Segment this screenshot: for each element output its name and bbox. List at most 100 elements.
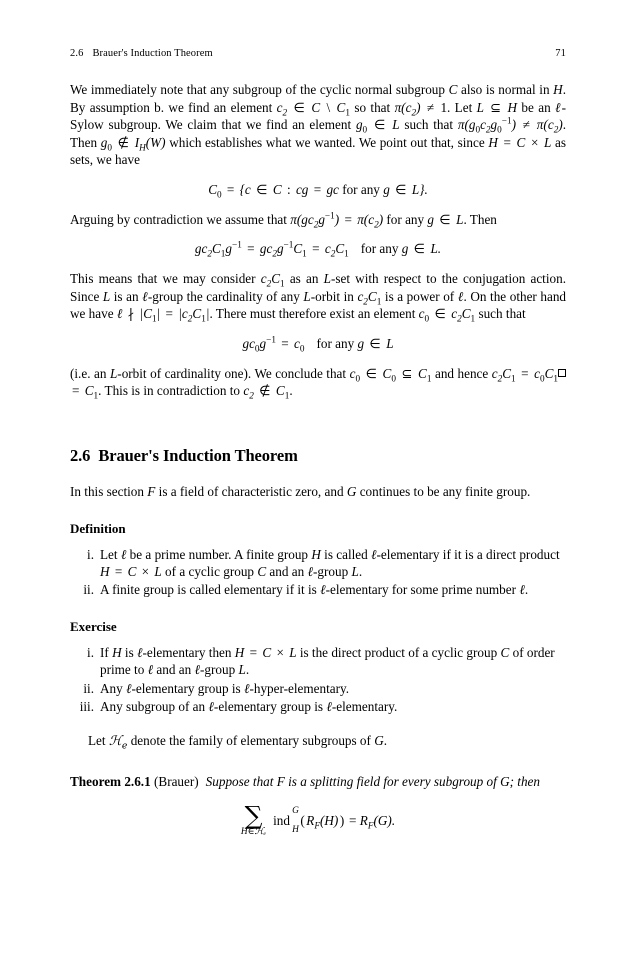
exercise-item-ii: ii. Any ℓ-elementary group is ℓ-hyper-ele… [70, 680, 566, 698]
induction-subscript: H [292, 824, 299, 835]
text-run: . [289, 383, 293, 399]
text-run: . [245, 662, 250, 678]
text-run: of a cyclic group [161, 564, 258, 580]
math-expr-g0-in-L: g0 ∈ L [355, 117, 400, 135]
math-expr-H-eq-CxL: H = C × L [100, 564, 162, 580]
induction-superscript: G [292, 806, 299, 817]
text-run: is an [110, 288, 143, 304]
text-run: . Let [447, 99, 477, 115]
text-run: -orbit in [310, 288, 358, 304]
list-marker: ii. [83, 680, 94, 696]
text-run: . Then [463, 211, 497, 227]
running-head-section-title: Brauer's Induction Theorem [92, 48, 213, 59]
math-expr-H-eq-CxL: H = C × L [488, 134, 552, 150]
text-run: -group [200, 662, 239, 678]
text-run: which establishes what we wanted. We poi… [165, 134, 489, 150]
proof-paragraph-1: We immediately note that any subgroup of… [70, 81, 566, 169]
theorem-label: Theorem 2.6.1 [70, 773, 151, 789]
math-var-L: L [238, 662, 246, 678]
page-number: 71 [555, 48, 566, 59]
equation-fixed-point-content: gc0g−1 = c0 for any g ∈ L [242, 334, 394, 354]
text-run: and an [153, 662, 195, 678]
section-heading-number: 2.6 [70, 445, 91, 465]
text-run: -group [313, 564, 352, 580]
summation-operator: ∑ H∈ℋₑ [240, 803, 267, 838]
text-run: Suppose that [205, 773, 277, 789]
list-marker: iii. [79, 698, 94, 714]
math-expr-L-subset-H: L ⊆ H [476, 99, 518, 115]
theorem-paragraph: Theorem 2.6.1 (Brauer) Suppose that F is … [70, 773, 566, 791]
theorem-attribution: (Brauer) [154, 773, 199, 789]
text-run: is [121, 644, 138, 660]
text-run: -orbit of cardinality one). We conclude … [117, 365, 350, 381]
formula-argument: (RF(H)) [300, 813, 345, 831]
math-expr-c2C1: c2C1 [260, 271, 285, 289]
definition-item-ii: ii. A finite group is called elementary i… [70, 581, 566, 599]
math-expr-g0-notin-IH: g0 ∉ IH(W) [100, 134, 166, 153]
text-run: Let [88, 733, 109, 749]
text-run: and an [266, 564, 308, 580]
text-run: is a splitting field for every subgroup … [284, 773, 501, 789]
exercise-item-i: i. If H is ℓ-elementary then H = C × L is… [70, 644, 566, 679]
text-run: is a field of characteristic zero, and [155, 483, 347, 499]
equation-conjugation-content: gc2C1g−1 = gc2g−1C1 = c2C1 for any g ∈ L. [194, 239, 442, 260]
math-expr-c2-notin-C1: c2 ∉ C1 [243, 383, 290, 402]
math-expr-pi-gc2g: π(gc2g−1) = π(c2) [290, 210, 384, 230]
list-marker: i. [87, 546, 94, 562]
text-run: (i.e. an [70, 365, 110, 381]
text-run: -elementary then [142, 644, 235, 660]
text-run: . This is in contradiction to [98, 383, 244, 399]
text-run: -elementary group is [131, 680, 244, 696]
math-expr-ell-nmid: ℓ ∤ |C1| = |c2C1| [116, 306, 210, 325]
text-run: . [524, 582, 529, 598]
math-symbol-script-H-e: ℋe [108, 734, 128, 752]
text-run: is called [320, 546, 372, 562]
text-run: . [358, 564, 363, 580]
text-run: -elementary if it is a direct product [376, 546, 560, 562]
math-var-C: C [257, 564, 267, 580]
exercise-heading: Exercise [70, 618, 117, 634]
induction-label: ind [273, 814, 290, 827]
text-run: ; then [509, 773, 541, 789]
display-equation-brauer: ∑ H∈ℋₑ G ind H (RF(H)) = RF(G). [70, 803, 566, 838]
math-var-L: L [303, 288, 311, 304]
text-run: denote the family of elementary subgroup… [127, 733, 375, 749]
formula-rhs: RF(G). [359, 813, 396, 831]
math-var-H: H [553, 82, 563, 97]
text-run: so that [349, 99, 395, 115]
text-run: for any [383, 211, 428, 227]
equation-C0-content: C0 = {c ∈ C : cg = gc for any g ∈ L}. [208, 181, 428, 200]
text-run: A finite group is called elementary if i… [100, 582, 321, 598]
proof-paragraph-2: Arguing by contradiction we assume that … [70, 211, 566, 229]
text-run: If [100, 644, 113, 660]
definition-item-i: i. Let ℓ be a prime number. A finite grou… [70, 546, 566, 581]
section-heading-title: Brauer's Induction Theorem [98, 445, 298, 465]
definition-heading: Definition [70, 520, 126, 536]
list-marker: i. [87, 644, 94, 660]
summation-limit: H∈ℋₑ [240, 827, 267, 838]
text-run: as an [284, 271, 324, 287]
text-run: -hyper-elementary. [249, 680, 350, 696]
math-var-H: H [112, 644, 122, 660]
math-expr-pi-conj: π(g0c2g0−1) ≠ π(c2) [457, 115, 563, 135]
text-run: Arguing by contradiction we assume that [70, 211, 291, 227]
running-head-left: 2.6 Brauer's Induction Theorem [70, 48, 213, 59]
math-expr-c0-in-c2C1: c0 ∈ c2C1 [418, 306, 476, 325]
text-run: also is normal in [457, 82, 554, 97]
math-var-G: G [500, 773, 510, 789]
text-run: This means that we may consider [70, 271, 261, 287]
math-var-L: L [323, 271, 331, 287]
text-run: -elementary group is [213, 698, 327, 714]
text-run: . There must therefore exist an element [209, 306, 419, 322]
list-marker: ii. [83, 582, 94, 598]
text-run: Any [100, 680, 127, 696]
textbook-page: 2.6 Brauer's Induction Theorem 71 We imm… [0, 0, 638, 968]
text-run: is a power of [381, 288, 458, 304]
qed-box-icon [558, 368, 566, 377]
display-equation-conjugation: gc2C1g−1 = gc2g−1C1 = c2C1 for any g ∈ L. [70, 240, 566, 258]
math-expr-c2-in-C: c2 ∈ C \ C1 [276, 99, 350, 118]
math-var-F: F [276, 773, 285, 789]
text-run: Any subgroup of an [100, 698, 209, 714]
text-run: -group the cardinality of any [147, 288, 304, 304]
definition-list: i. Let ℓ be a prime number. A finite grou… [70, 546, 566, 599]
